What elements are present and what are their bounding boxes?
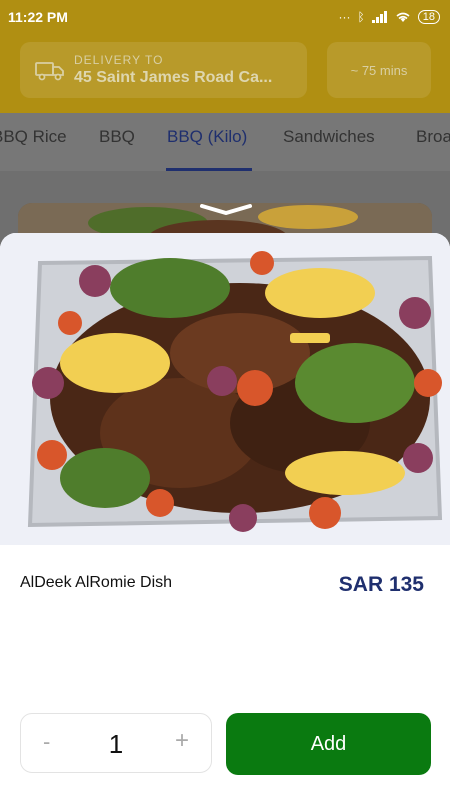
category-tabs: BBQ Rice BBQ BBQ (Kilo) Sandwiches Broa xyxy=(0,113,450,171)
status-time: 11:22 PM xyxy=(8,8,68,25)
active-tab-indicator xyxy=(166,168,252,171)
add-to-cart-button[interactable]: Add xyxy=(226,713,431,775)
status-icons: ··· ᛒ 18 xyxy=(338,9,440,24)
status-bar: 11:22 PM ··· ᛒ 18 xyxy=(0,0,450,33)
dots-icon: ··· xyxy=(338,9,351,24)
bluetooth-icon: ᛒ xyxy=(357,9,365,24)
delivery-location-button[interactable]: DELIVERY TO 45 Saint James Road Ca... xyxy=(20,42,307,98)
wifi-icon xyxy=(396,12,410,22)
delivery-address: 45 Saint James Road Ca... xyxy=(74,69,273,86)
truck-icon xyxy=(35,62,64,81)
header: DELIVERY TO 45 Saint James Road Ca... ~ … xyxy=(0,33,450,113)
tab-sandwiches[interactable]: Sandwiches xyxy=(283,127,375,147)
increase-quantity-button[interactable]: + xyxy=(175,727,189,755)
tab-bbq-rice[interactable]: BBQ Rice xyxy=(0,127,67,147)
add-button-label: Add xyxy=(310,732,347,755)
tab-bbq-kilo[interactable]: BBQ (Kilo) xyxy=(167,127,247,147)
delivery-time-badge: ~ 75 mins xyxy=(327,42,431,98)
quantity-stepper: - 1 + xyxy=(20,713,212,773)
tab-bbq[interactable]: BBQ xyxy=(99,127,135,147)
collapse-chevron-icon[interactable] xyxy=(199,203,253,215)
dish-name: AlDeek AlRomie Dish xyxy=(20,574,173,591)
dish-image xyxy=(0,233,450,545)
tab-broa[interactable]: Broa xyxy=(416,127,450,147)
delivery-label: DELIVERY TO xyxy=(74,53,164,67)
delivery-time: ~ 75 mins xyxy=(350,62,408,78)
battery-icon: 18 xyxy=(417,9,440,24)
dish-price: SAR 135 xyxy=(338,573,424,596)
item-detail-sheet: AlDeek AlRomie Dish SAR 135 - 1 + Add xyxy=(0,233,450,800)
signal-icon xyxy=(371,10,387,23)
